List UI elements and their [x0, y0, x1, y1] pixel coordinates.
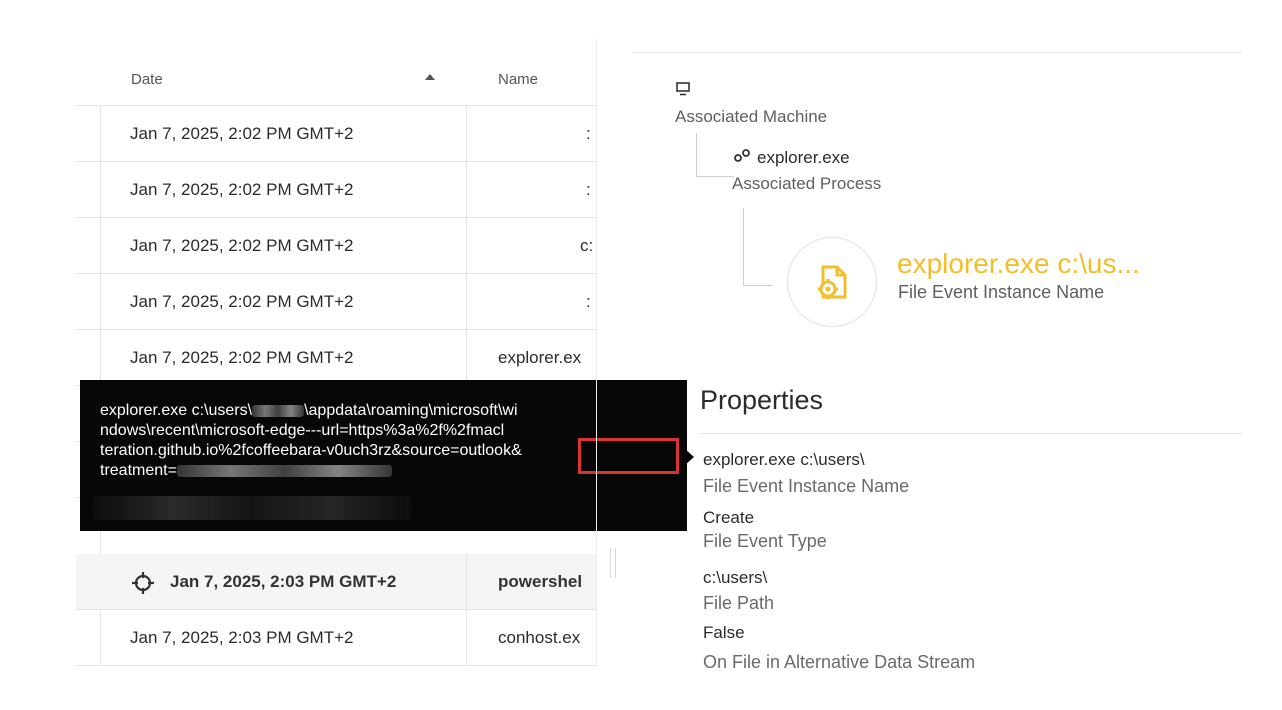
- row-name: explorer.ex: [498, 348, 582, 367]
- table-row[interactable]: Jan 7, 2025, 2:02 PM GMT+2 :: [76, 274, 596, 330]
- tooltip-text: \appdata\roaming\microsoft\wi: [304, 402, 518, 419]
- process-icon: [734, 149, 750, 162]
- panel-clip: [600, 670, 1282, 710]
- column-divider: [466, 554, 467, 610]
- crosshair-icon[interactable]: [132, 572, 154, 594]
- tree-connector: [743, 208, 773, 286]
- redacted-treatment: [176, 464, 392, 477]
- panel-top-divider: [632, 52, 1242, 53]
- property-value: c:\users\: [703, 568, 768, 587]
- associated-machine-label[interactable]: Associated Machine: [675, 107, 827, 127]
- redacted-block: [92, 496, 412, 520]
- property-label: File Event Instance Name: [703, 476, 910, 496]
- associated-process-label: Associated Process: [732, 174, 882, 193]
- tooltip-text: explorer.exe c:\users\: [100, 402, 253, 419]
- column-divider: [466, 162, 467, 218]
- property-label: File Path: [703, 593, 775, 613]
- property-value: False: [703, 623, 745, 642]
- property-value: explorer.exe c:\users\: [703, 450, 865, 469]
- column-divider: [466, 610, 467, 666]
- row-name: conhost.ex: [498, 628, 581, 647]
- table-row[interactable]: Jan 7, 2025, 2:02 PM GMT+2 c:: [76, 218, 596, 274]
- process-name[interactable]: explorer.exe: [757, 148, 850, 168]
- table-row[interactable]: Jan 7, 2025, 2:02 PM GMT+2 :: [76, 162, 596, 218]
- tree-connector: [696, 133, 734, 177]
- table-row[interactable]: Jan 7, 2025, 2:03 PM GMT+2 conhost.ex: [76, 610, 596, 666]
- row-date: Jan 7, 2025, 2:02 PM GMT+2: [130, 292, 354, 311]
- row-date: Jan 7, 2025, 2:03 PM GMT+2: [130, 628, 354, 647]
- column-header-name[interactable]: Name: [498, 71, 538, 88]
- column-divider: [466, 106, 467, 162]
- table-row[interactable]: Jan 7, 2025, 2:02 PM GMT+2 explorer.ex: [76, 330, 596, 386]
- row-name: :: [586, 124, 591, 143]
- tooltip-pointer: [685, 449, 694, 465]
- row-name: c:: [580, 236, 594, 255]
- file-gear-icon: [818, 265, 847, 299]
- row-name: powershel: [498, 572, 583, 591]
- event-instance-label: File Event Instance Name: [898, 282, 1105, 302]
- panel-border: [596, 38, 597, 668]
- tooltip-line: explorer.exe c:\users\ \appdata\roaming\m…: [100, 401, 518, 421]
- table-header: Date Name: [76, 38, 596, 106]
- table-row[interactable]: Jan 7, 2025, 2:02 PM GMT+2 :: [76, 106, 596, 162]
- tooltip-line: treatment=: [100, 461, 392, 481]
- row-name: :: [586, 180, 591, 199]
- properties-title: Properties: [700, 385, 824, 415]
- event-instance-name[interactable]: explorer.exe c:\us...: [897, 248, 1140, 280]
- row-date: Jan 7, 2025, 2:02 PM GMT+2: [130, 236, 354, 255]
- tooltip-text: treatment=: [100, 462, 177, 479]
- column-header-date[interactable]: Date: [131, 71, 163, 88]
- row-name: :: [586, 292, 591, 311]
- row-date: Jan 7, 2025, 2:03 PM GMT+2: [170, 572, 397, 591]
- row-date: Jan 7, 2025, 2:02 PM GMT+2: [130, 124, 354, 143]
- table-row-selected[interactable]: Jan 7, 2025, 2:03 PM GMT+2 powershel: [76, 554, 596, 610]
- properties-divider: [700, 433, 1242, 434]
- column-divider: [466, 218, 467, 274]
- column-divider: [466, 330, 467, 386]
- property-label: File Event Type: [703, 531, 827, 551]
- redacted-username: [252, 404, 305, 417]
- tooltip-line: ndows\recent\microsoft-edge---url=https%…: [100, 422, 505, 439]
- column-divider: [466, 274, 467, 330]
- row-date: Jan 7, 2025, 2:02 PM GMT+2: [130, 180, 354, 199]
- monitor-icon: [676, 82, 690, 96]
- highlight-box: [578, 438, 679, 474]
- events-table: Date Name Jan 7, 2025, 2:02 PM GMT+2 : J…: [76, 38, 596, 668]
- property-value: Create: [703, 508, 755, 527]
- row-date: Jan 7, 2025, 2:02 PM GMT+2: [130, 348, 354, 367]
- sort-ascending-icon[interactable]: [425, 74, 435, 80]
- tooltip-line: teration.github.io%2fcoffeebara-v0uch3rz…: [100, 442, 522, 459]
- resize-handle[interactable]: [610, 548, 616, 578]
